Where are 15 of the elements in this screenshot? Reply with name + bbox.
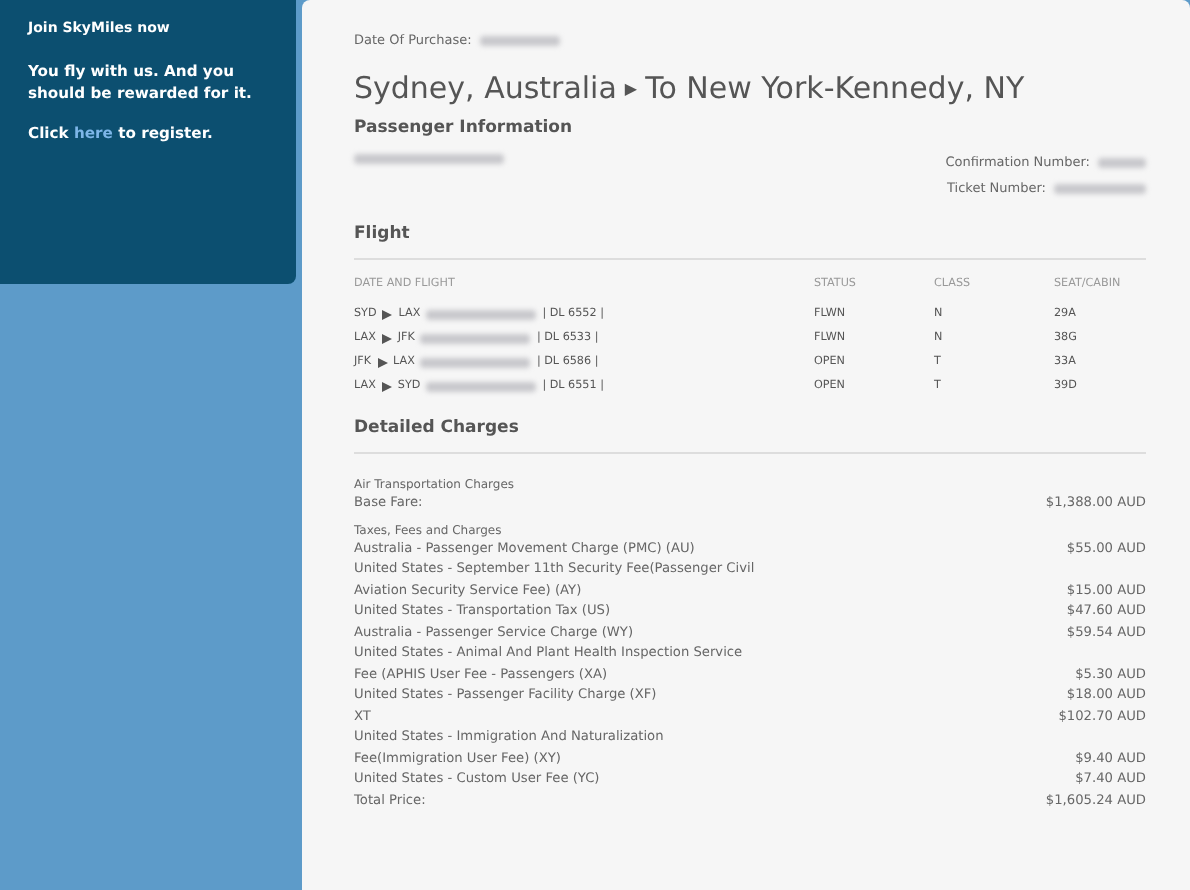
route-title: Sydney, Australia $^{▶}$ To New York-Kennedy, NY xyxy=(354,70,1027,106)
redacted-text xyxy=(420,357,531,367)
redacted-text xyxy=(479,35,560,45)
section-heading: Flight xyxy=(354,224,412,244)
triangle-icon xyxy=(382,309,393,319)
redacted-text xyxy=(420,333,531,343)
redacted-text xyxy=(1098,157,1146,167)
triangle-icon xyxy=(381,381,392,391)
redacted-text xyxy=(426,381,537,391)
triangle-icon xyxy=(377,357,388,367)
section-heading: Passenger Information xyxy=(354,118,575,138)
redacted-text xyxy=(1054,183,1146,193)
redacted-text xyxy=(426,309,537,319)
section-heading: Detailed Charges xyxy=(354,418,521,438)
triangle-icon xyxy=(381,333,392,343)
